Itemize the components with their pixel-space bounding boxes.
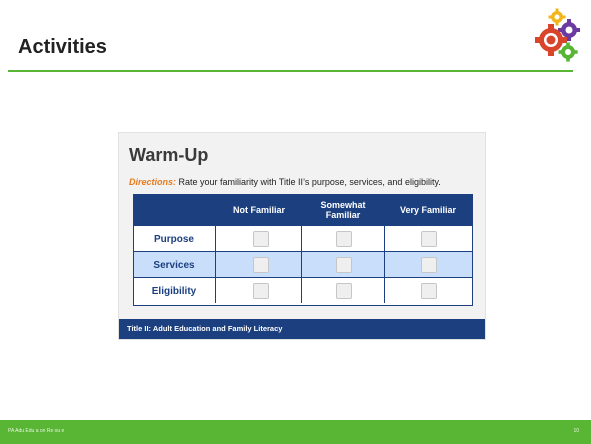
checkbox-eligibility-somewhat-familiar[interactable] bbox=[336, 283, 352, 299]
card-footer-band: Title II: Adult Education and Family Lit… bbox=[119, 319, 485, 339]
directions-text: Rate your familiarity with Title II’s pu… bbox=[176, 177, 441, 187]
checkbox-services-somewhat-familiar[interactable] bbox=[336, 257, 352, 273]
row-label: Purpose bbox=[153, 233, 194, 245]
warm-up-card: Warm-Up Directions: Rate your familiarit… bbox=[118, 132, 486, 340]
page-number: 10 bbox=[573, 428, 579, 434]
row-label: Services bbox=[153, 259, 195, 271]
table-row-purpose: Purpose bbox=[134, 225, 472, 252]
title-divider bbox=[8, 70, 573, 72]
checkbox-services-very-familiar[interactable] bbox=[421, 257, 437, 273]
slide: Activities Warm-Up Directions: Rate your… bbox=[0, 0, 591, 444]
bottom-bar: PA Adu Edu a on Re ou e 10 bbox=[0, 420, 591, 444]
slide-title: Activities bbox=[18, 36, 107, 58]
column-header-somewhat-familiar: Somewhat Familiar bbox=[320, 200, 366, 220]
checkbox-eligibility-not-familiar[interactable] bbox=[253, 283, 269, 299]
directions: Directions: Rate your familiarity with T… bbox=[129, 177, 441, 187]
gears-logo-icon bbox=[535, 8, 580, 62]
directions-label: Directions: bbox=[129, 177, 177, 187]
table-header: Not Familiar Somewhat Familiar Very Fami… bbox=[134, 195, 472, 225]
checkbox-purpose-not-familiar[interactable] bbox=[253, 231, 269, 247]
column-header-very-familiar: Very Familiar bbox=[399, 205, 457, 215]
row-label: Eligibility bbox=[151, 285, 197, 297]
footer-source: PA Adu Edu a on Re ou e bbox=[8, 428, 65, 434]
column-divider bbox=[301, 195, 302, 303]
checkbox-purpose-somewhat-familiar[interactable] bbox=[336, 231, 352, 247]
column-divider bbox=[215, 195, 216, 303]
checkbox-eligibility-very-familiar[interactable] bbox=[421, 283, 437, 299]
table-row-services: Services bbox=[134, 251, 472, 278]
column-divider bbox=[384, 195, 385, 303]
checkbox-services-not-familiar[interactable] bbox=[253, 257, 269, 273]
column-header-not-familiar: Not Familiar bbox=[232, 205, 285, 215]
yellow-gear bbox=[548, 8, 566, 26]
table-row-eligibility: Eligibility bbox=[134, 277, 472, 304]
card-footer-text: Title II: Adult Education and Family Lit… bbox=[127, 324, 283, 333]
card-heading: Warm-Up bbox=[129, 145, 209, 165]
checkbox-purpose-very-familiar[interactable] bbox=[421, 231, 437, 247]
familiarity-table: Not Familiar Somewhat Familiar Very Fami… bbox=[133, 194, 473, 306]
